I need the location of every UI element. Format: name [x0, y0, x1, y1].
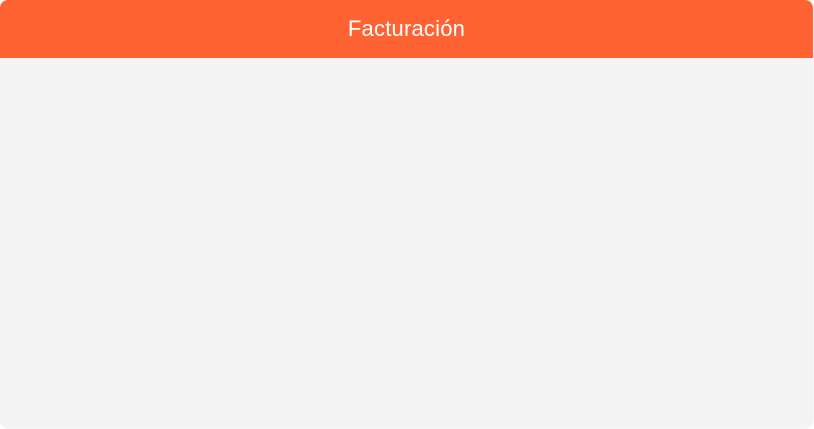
panel-body — [0, 58, 813, 428]
panel-title: Facturación — [347, 16, 466, 41]
billing-panel: Facturación — [0, 0, 813, 428]
panel-header: Facturación — [0, 0, 813, 58]
